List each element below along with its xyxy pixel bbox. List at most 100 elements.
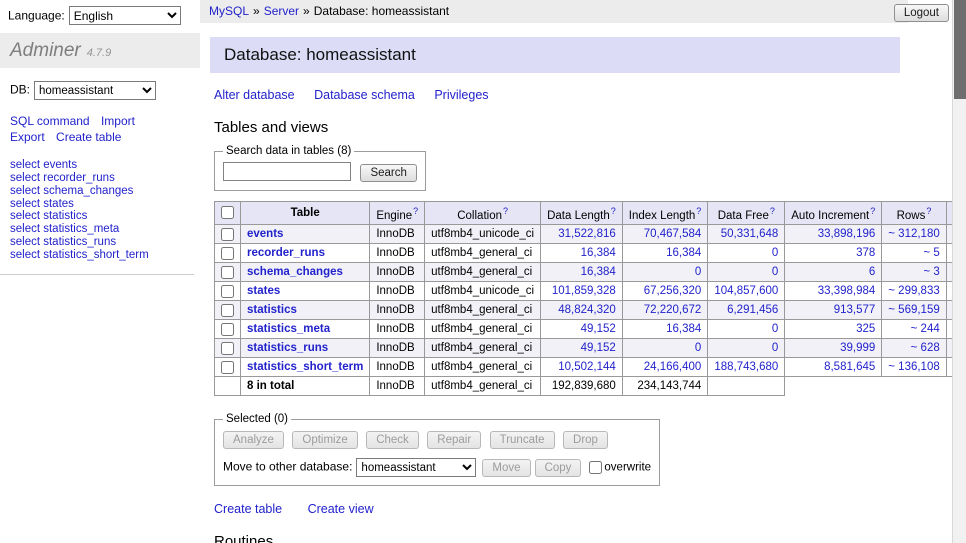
auto-increment-link[interactable]: 913,577 bbox=[834, 304, 876, 316]
table-name-link[interactable]: recorder_runs bbox=[247, 247, 325, 259]
help-link[interactable]: ? bbox=[611, 206, 616, 216]
db-select[interactable]: homeassistant bbox=[34, 81, 156, 100]
copy-button[interactable]: Copy bbox=[535, 459, 582, 477]
sidebar-select-link[interactable]: select schema_changes bbox=[10, 185, 184, 198]
row-checkbox[interactable] bbox=[221, 247, 234, 260]
overwrite-checkbox[interactable] bbox=[589, 461, 602, 474]
help-link[interactable]: ? bbox=[870, 206, 875, 216]
row-checkbox[interactable] bbox=[221, 228, 234, 241]
database-action-link[interactable]: Database schema bbox=[314, 88, 415, 102]
create-link[interactable]: Create view bbox=[308, 502, 374, 516]
move-button[interactable]: Move bbox=[482, 459, 530, 477]
database-action-link[interactable]: Alter database bbox=[214, 88, 295, 102]
rows-count-link[interactable]: ~ 299,833 bbox=[888, 285, 939, 297]
data-free-link[interactable]: 0 bbox=[772, 342, 778, 354]
row-checkbox[interactable] bbox=[221, 361, 234, 374]
sidebar-link[interactable]: SQL command bbox=[10, 114, 90, 128]
optimize-button[interactable]: Optimize bbox=[292, 431, 357, 449]
auto-increment-link[interactable]: 33,398,984 bbox=[818, 285, 876, 297]
sidebar-select-link[interactable]: select events bbox=[10, 159, 184, 172]
select-all-checkbox[interactable] bbox=[221, 206, 234, 219]
table-name-link[interactable]: statistics_runs bbox=[247, 342, 328, 354]
index-length-link[interactable]: 0 bbox=[695, 266, 701, 278]
rows-count-link[interactable]: ~ 569,159 bbox=[888, 304, 939, 316]
move-db-select[interactable]: homeassistant bbox=[356, 458, 476, 477]
data-free-link[interactable]: 188,743,680 bbox=[714, 361, 778, 373]
data-free-link[interactable]: 50,331,648 bbox=[721, 228, 779, 240]
table-name-link[interactable]: statistics bbox=[247, 304, 297, 316]
breadcrumb-link-server[interactable]: Server bbox=[264, 4, 299, 18]
row-checkbox[interactable] bbox=[221, 266, 234, 279]
rows-count-link[interactable]: ~ 136,108 bbox=[888, 361, 939, 373]
language-select[interactable]: English bbox=[69, 6, 181, 25]
sidebar-link[interactable]: Import bbox=[101, 114, 135, 128]
index-length-link[interactable]: 70,467,584 bbox=[644, 228, 702, 240]
index-length-link[interactable]: 0 bbox=[695, 342, 701, 354]
sidebar-select-link[interactable]: select statistics_runs bbox=[10, 236, 184, 249]
sidebar-select-link[interactable]: select states bbox=[10, 198, 184, 211]
adminer-logo-link[interactable]: Adminer bbox=[10, 40, 81, 61]
data-free-link[interactable]: 104,857,600 bbox=[714, 285, 778, 297]
row-checkbox[interactable] bbox=[221, 285, 234, 298]
sidebar-select-link[interactable]: select statistics_meta bbox=[10, 223, 184, 236]
help-link[interactable]: ? bbox=[696, 206, 701, 216]
rows-count-link[interactable]: ~ 3 bbox=[923, 266, 939, 278]
row-checkbox[interactable] bbox=[221, 342, 234, 355]
truncate-button[interactable]: Truncate bbox=[490, 431, 555, 449]
database-action-link[interactable]: Privileges bbox=[434, 88, 488, 102]
data-length-link[interactable]: 31,522,816 bbox=[558, 228, 616, 240]
sidebar-link[interactable]: Export bbox=[10, 130, 45, 144]
rows-count-link[interactable]: ~ 312,180 bbox=[888, 228, 939, 240]
auto-increment-link[interactable]: 6 bbox=[869, 266, 875, 278]
index-length-link[interactable]: 24,166,400 bbox=[644, 361, 702, 373]
data-length-link[interactable]: 48,824,320 bbox=[558, 304, 616, 316]
table-name-link[interactable]: statistics_short_term bbox=[247, 361, 363, 373]
sidebar-link[interactable]: Create table bbox=[56, 130, 121, 144]
check-button[interactable]: Check bbox=[366, 431, 419, 449]
row-checkbox[interactable] bbox=[221, 323, 234, 336]
index-length-link[interactable]: 16,384 bbox=[666, 323, 701, 335]
index-length-link[interactable]: 16,384 bbox=[666, 247, 701, 259]
auto-increment-link[interactable]: 33,898,196 bbox=[818, 228, 876, 240]
logout-button[interactable]: Logout bbox=[894, 4, 949, 22]
auto-increment-link[interactable]: 39,999 bbox=[840, 342, 875, 354]
table-name-link[interactable]: schema_changes bbox=[247, 266, 343, 278]
analyze-button[interactable]: Analyze bbox=[223, 431, 284, 449]
data-free-link[interactable]: 0 bbox=[772, 266, 778, 278]
data-length-link[interactable]: 101,859,328 bbox=[552, 285, 616, 297]
table-name-link[interactable]: statistics_meta bbox=[247, 323, 330, 335]
data-free-link[interactable]: 6,291,456 bbox=[727, 304, 778, 316]
index-length-link[interactable]: 72,220,672 bbox=[644, 304, 702, 316]
table-name-link[interactable]: events bbox=[247, 228, 283, 240]
help-link[interactable]: ? bbox=[413, 206, 418, 216]
data-free-link[interactable]: 0 bbox=[772, 247, 778, 259]
help-link[interactable]: ? bbox=[770, 206, 775, 216]
data-length-link[interactable]: 16,384 bbox=[581, 247, 616, 259]
auto-increment-link[interactable]: 378 bbox=[856, 247, 875, 259]
table-name-link[interactable]: states bbox=[247, 285, 280, 297]
auto-increment-link[interactable]: 8,581,645 bbox=[824, 361, 875, 373]
breadcrumb-link-mysql[interactable]: MySQL bbox=[209, 4, 249, 18]
sidebar-select-link[interactable]: select statistics_short_term bbox=[10, 249, 184, 262]
data-length-link[interactable]: 10,502,144 bbox=[558, 361, 616, 373]
rows-count-link[interactable]: ~ 244 bbox=[911, 323, 940, 335]
scrollbar-thumb[interactable] bbox=[954, 0, 966, 99]
row-checkbox[interactable] bbox=[221, 304, 234, 317]
help-link[interactable]: ? bbox=[503, 206, 508, 216]
data-free-link[interactable]: 0 bbox=[772, 323, 778, 335]
rows-count-link[interactable]: ~ 5 bbox=[923, 247, 939, 259]
drop-button[interactable]: Drop bbox=[563, 431, 608, 449]
search-input[interactable] bbox=[223, 162, 351, 181]
data-length-link[interactable]: 49,152 bbox=[581, 323, 616, 335]
search-button[interactable]: Search bbox=[360, 164, 416, 182]
index-length-link[interactable]: 67,256,320 bbox=[644, 285, 702, 297]
rows-count-link[interactable]: ~ 628 bbox=[911, 342, 940, 354]
sidebar-select-link[interactable]: select recorder_runs bbox=[10, 172, 184, 185]
create-link[interactable]: Create table bbox=[214, 502, 282, 516]
auto-increment-link[interactable]: 325 bbox=[856, 323, 875, 335]
sidebar-select-link[interactable]: select statistics bbox=[10, 210, 184, 223]
data-length-link[interactable]: 49,152 bbox=[581, 342, 616, 354]
scrollbar[interactable] bbox=[952, 0, 966, 543]
repair-button[interactable]: Repair bbox=[427, 431, 481, 449]
help-link[interactable]: ? bbox=[926, 206, 931, 216]
